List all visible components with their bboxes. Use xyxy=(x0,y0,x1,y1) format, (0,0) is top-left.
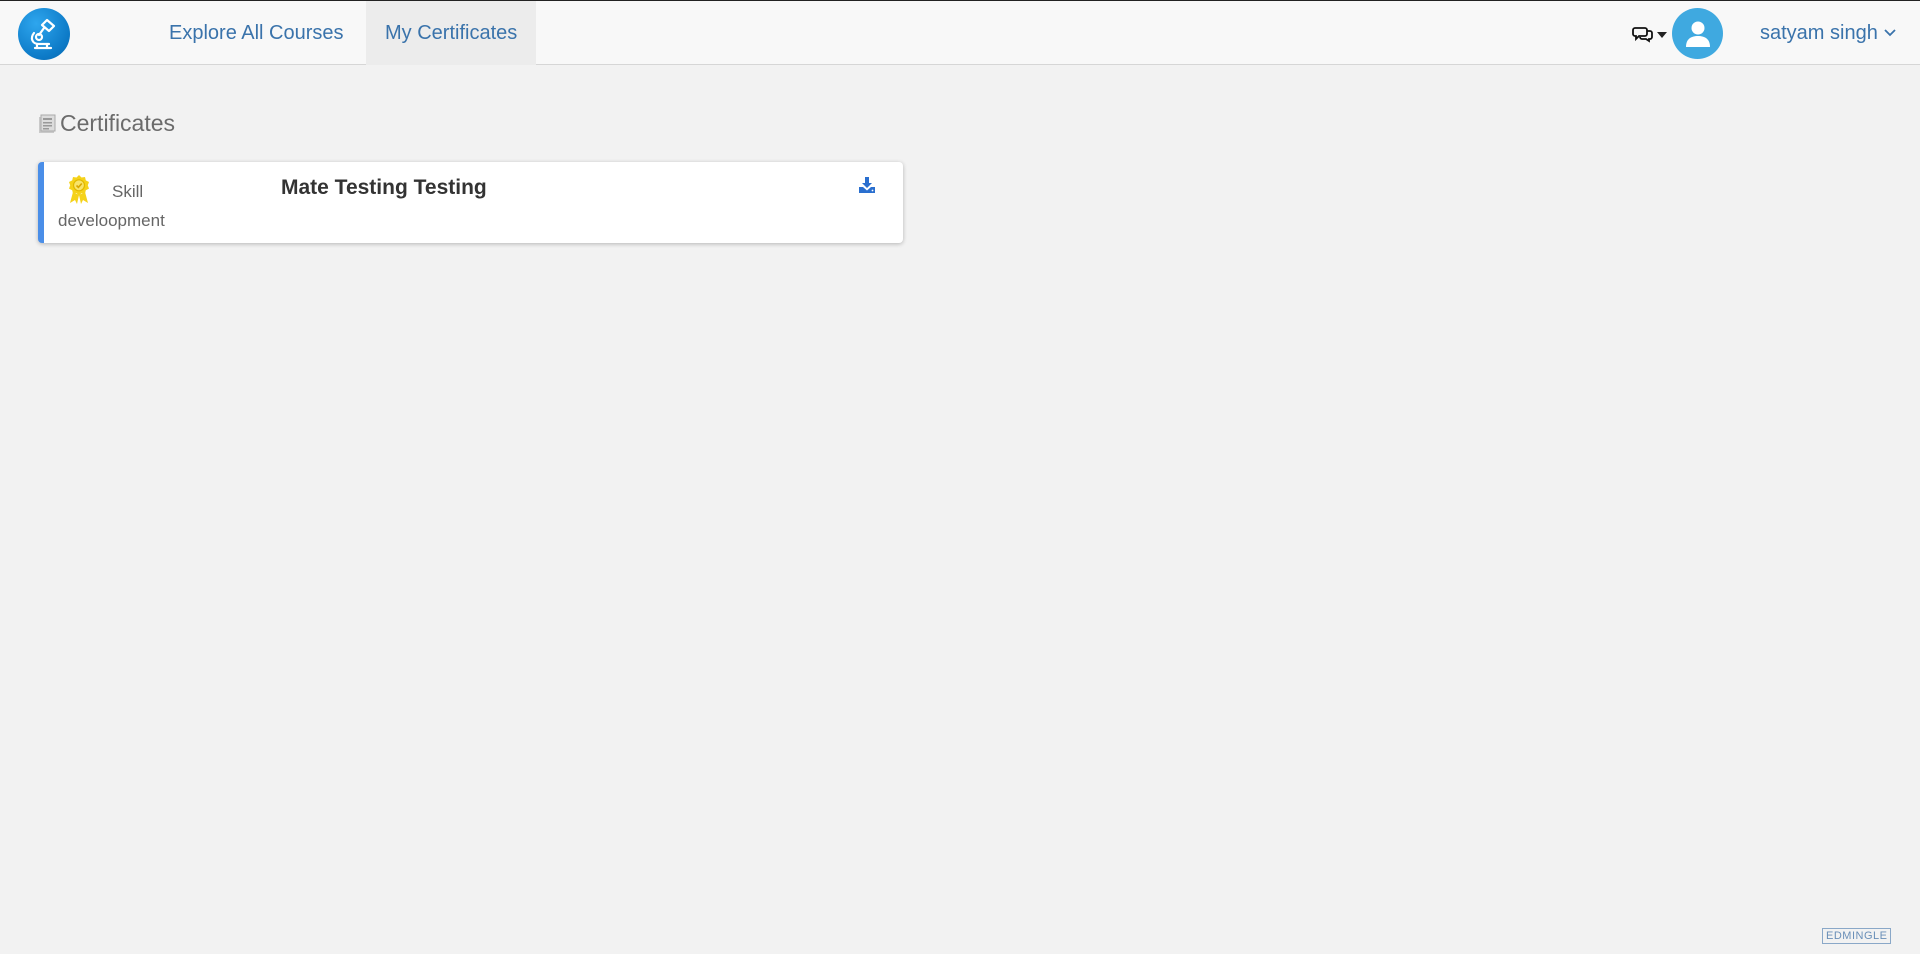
nav-my-certificates[interactable]: My Certificates xyxy=(366,1,537,65)
nav-explore-all-courses[interactable]: Explore All Courses xyxy=(150,1,363,65)
user-avatar-icon[interactable] xyxy=(1672,8,1723,59)
certificate-category: Skill develoopment xyxy=(58,182,165,230)
top-navbar: Explore All Courses My Certificates saty… xyxy=(0,0,1920,65)
edmingle-watermark-logo: EDMINGLE xyxy=(1822,928,1892,944)
page-title: Certificates xyxy=(60,110,176,136)
certificate-card: Skill develoopment Mate Testing Testing xyxy=(38,162,903,243)
user-name: satyam singh xyxy=(1760,22,1878,44)
download-icon xyxy=(859,177,875,193)
certificate-title: Mate Testing Testing xyxy=(281,176,487,199)
section-header: Certificates xyxy=(38,110,175,137)
certificate-list-icon xyxy=(39,114,56,133)
download-button[interactable] xyxy=(858,176,878,196)
microscope-logo-icon[interactable] xyxy=(18,8,70,60)
chat-dropdown-toggle[interactable] xyxy=(1632,21,1672,47)
chat-bubbles-icon xyxy=(1632,27,1653,43)
chevron-down-icon xyxy=(1657,32,1667,38)
user-menu-toggle[interactable]: satyam singh xyxy=(1760,1,1896,65)
chevron-down-icon xyxy=(1884,29,1896,37)
